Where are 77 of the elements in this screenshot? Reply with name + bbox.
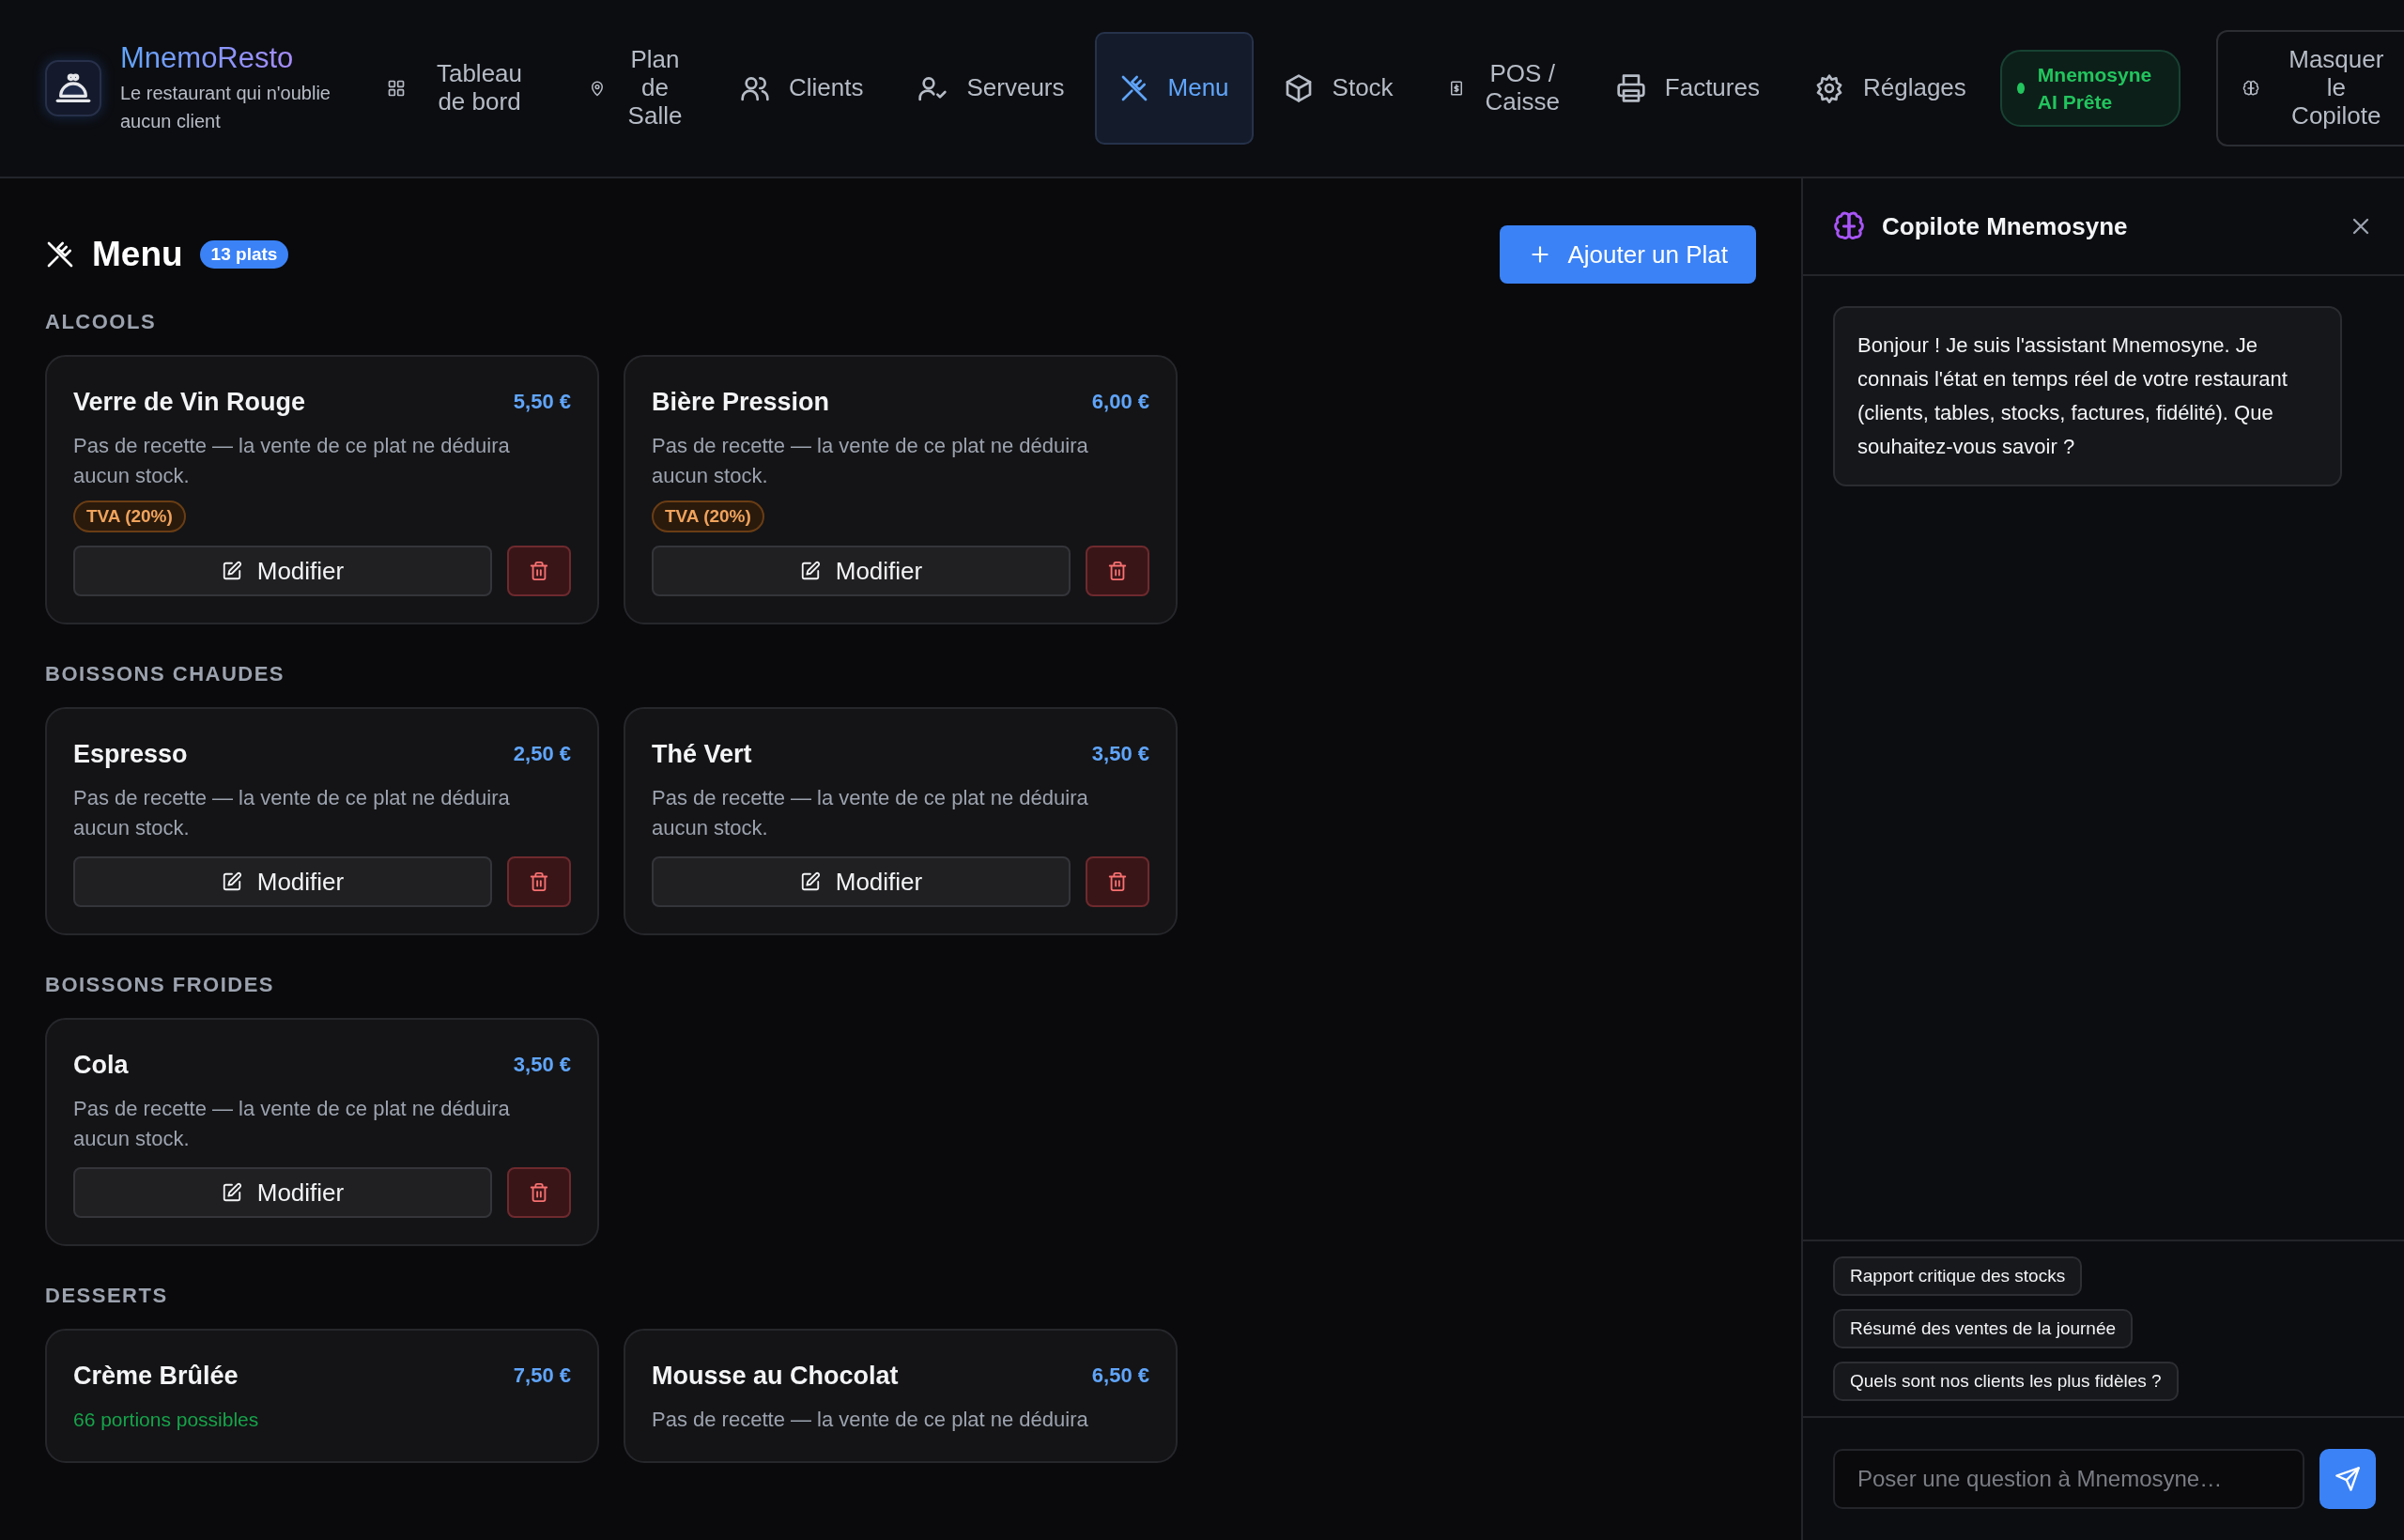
category-heading: ALCOOLS (45, 310, 158, 334)
page-title: Menu (92, 235, 183, 274)
suggestion-chip[interactable]: Quels sont nos clients les plus fidèles ? (1833, 1362, 2179, 1401)
dish-description: Pas de recette — la vente de ce plat ne déduira (652, 1407, 1089, 1433)
dish-name: Mousse au Chocolat (652, 1361, 899, 1391)
brand-tagline: Le restaurant qui n'oublie aucun client (120, 82, 331, 133)
dish-price: 6,50 € (1091, 1363, 1149, 1388)
dish-name: Crème Brûlée (73, 1361, 239, 1391)
grid-icon (387, 79, 406, 98)
edit-button[interactable]: Modifier (73, 856, 492, 907)
question-input-field[interactable]: Poser une question à Mnemosyne… (1833, 1449, 2304, 1509)
trash-icon (1107, 561, 1128, 581)
send-icon (2335, 1466, 2361, 1492)
edit-icon (799, 871, 821, 892)
dish-name: Thé Vert (652, 739, 752, 769)
delete-button[interactable] (507, 546, 571, 596)
suggestion-chip[interactable]: Résumé des ventes de la journée (1833, 1309, 2134, 1348)
send-button[interactable] (2319, 1449, 2376, 1509)
dish-price: 6,00 € (1091, 390, 1149, 414)
dish-description: Pas de recette — la vente de ce plat ne déduira aucun stock. (652, 785, 1089, 841)
nav-tab[interactable]: Réglages (1789, 32, 1991, 145)
dish-description: Pas de recette — la vente de ce plat ne déduira aucun stock. (73, 1096, 511, 1152)
delete-button[interactable] (507, 1167, 571, 1218)
nav-tab[interactable]: Serveurs (893, 32, 1089, 145)
copilot-title: Copilote Mnemosyne (1882, 211, 2129, 241)
map-pin-icon (589, 80, 606, 97)
utensils-icon (45, 239, 75, 270)
trash-icon (529, 561, 549, 581)
dish-price: 7,50 € (513, 1363, 571, 1388)
category-heading: BOISSONS FROIDES (45, 973, 276, 997)
dish-name: Bière Pression (652, 387, 830, 417)
hide-copilot-button[interactable]: Masquer le Copilote (2215, 30, 2404, 146)
edit-button[interactable]: Modifier (652, 856, 1071, 907)
brain-icon (1833, 210, 1865, 242)
delete-button[interactable] (1086, 856, 1149, 907)
edit-icon (799, 561, 821, 581)
logo-icon (45, 60, 101, 116)
dish-price: 2,50 € (513, 742, 571, 766)
dish-price: 3,50 € (513, 1053, 571, 1077)
dish-name: Cola (73, 1050, 129, 1080)
nav-tab[interactable]: Clients (716, 32, 888, 145)
dish-name: Espresso (73, 739, 188, 769)
dish-price: 3,50 € (1091, 742, 1149, 766)
edit-button[interactable]: Modifier (73, 1167, 492, 1218)
nav-tab[interactable]: Menu (1094, 32, 1254, 145)
brain-icon (2242, 80, 2259, 97)
dish-description: Pas de recette — la vente de ce plat ne déduira aucun stock. (652, 433, 1089, 489)
trash-icon (1107, 871, 1128, 892)
edit-icon (221, 871, 242, 892)
tax-badge: TVA (20%) (652, 500, 764, 532)
edit-icon (221, 1182, 242, 1203)
portions-available: 66 portions possibles (73, 1408, 260, 1432)
dish-description: Pas de recette — la vente de ce plat ne déduira aucun stock. (73, 785, 511, 841)
trash-icon (529, 1182, 549, 1203)
category-heading: BOISSONS CHAUDES (45, 662, 286, 686)
ai-status-badge: Mnemosyne AI Prête (1999, 50, 2181, 127)
edit-icon (221, 561, 242, 581)
delete-button[interactable] (1086, 546, 1149, 596)
category-heading: DESSERTS (45, 1284, 169, 1308)
trash-icon (529, 871, 549, 892)
edit-button[interactable]: Modifier (652, 546, 1071, 596)
tax-badge: TVA (20%) (73, 500, 186, 532)
delete-button[interactable] (507, 856, 571, 907)
assistant-message: Bonjour ! Je suis l'assistant Mnemosyne. Je connais l'état en temps réel de votre restaurant (clients, tables, stocks, factures, fidélité). Que souhaitez-vous savoir ? (1833, 306, 2342, 486)
printer-icon (1615, 73, 1646, 103)
nav-tab[interactable]: Factures (1591, 32, 1784, 145)
nav-tab[interactable]: POS / Caisse (1423, 32, 1586, 145)
dish-count-badge: 13 plats (199, 240, 289, 269)
nav-tab[interactable]: Stock (1258, 32, 1418, 145)
nav-tab[interactable]: Tableau de bord (362, 32, 559, 145)
dish-name: Verre de Vin Rouge (73, 387, 306, 417)
edit-button[interactable]: Modifier (73, 546, 492, 596)
dish-description: Pas de recette — la vente de ce plat ne déduira aucun stock. (73, 433, 511, 489)
suggestion-chip[interactable]: Rapport critique des stocks (1833, 1256, 2083, 1296)
nav-tab[interactable]: Plan de Salle (564, 32, 710, 145)
add-dish-button[interactable]: Ajouter un Plat (1500, 225, 1756, 284)
dish-price: 5,50 € (513, 390, 571, 414)
